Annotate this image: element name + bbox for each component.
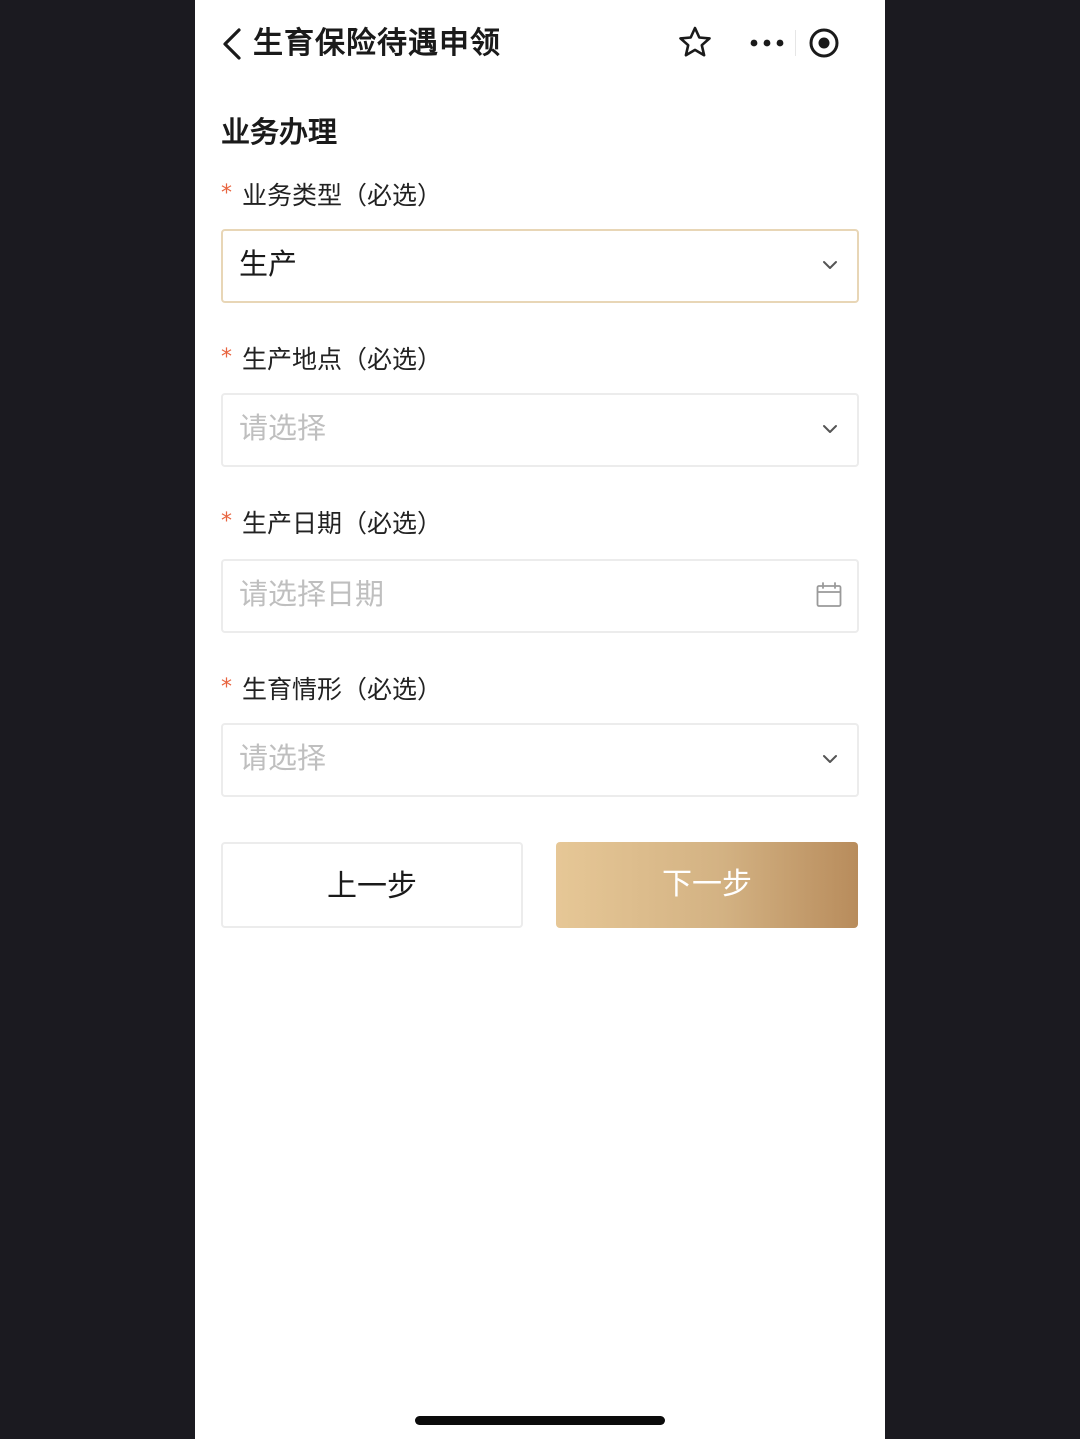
next-step-button[interactable]: 下一步 — [556, 842, 858, 928]
field-label-birth-situation: * 生育情形（必选） — [221, 672, 442, 710]
calendar-icon — [816, 582, 842, 607]
business-type-select[interactable]: 生产 — [221, 229, 859, 303]
birth-date-picker[interactable]: 请选择日期 — [221, 559, 859, 633]
field-label-text: 生育情形（必选） — [242, 675, 443, 704]
mini-program-capsule — [733, 16, 855, 70]
section-title: 业务办理 — [221, 115, 338, 149]
field-label-birth-date: * 生产日期（必选） — [221, 506, 442, 544]
select-value: 生产 — [239, 247, 298, 281]
field-label-text: 业务类型（必选） — [242, 181, 443, 210]
required-mark: * — [221, 345, 232, 370]
birth-situation-select[interactable]: 请选择 — [221, 723, 859, 797]
chevron-down-icon — [823, 755, 837, 763]
select-placeholder: 请选择日期 — [239, 577, 385, 611]
home-indicator[interactable] — [415, 1416, 665, 1425]
required-mark: * — [221, 675, 232, 700]
prev-step-button[interactable]: 上一步 — [221, 842, 523, 928]
star-icon[interactable] — [677, 24, 713, 62]
chevron-down-icon — [823, 261, 837, 269]
back-icon[interactable] — [219, 24, 247, 64]
page-title: 生育保险待遇申领 — [253, 26, 501, 61]
select-placeholder: 请选择 — [239, 741, 327, 775]
field-label-text: 生产日期（必选） — [242, 509, 443, 538]
field-label-text: 生产地点（必选） — [242, 345, 443, 374]
required-mark: * — [221, 509, 232, 534]
select-placeholder: 请选择 — [239, 411, 327, 445]
capsule-divider — [795, 30, 796, 56]
target-icon[interactable] — [807, 26, 841, 60]
required-mark: * — [221, 181, 232, 206]
field-label-business-type: * 业务类型（必选） — [221, 178, 442, 216]
nav-bar: 生育保险待遇申领 — [195, 0, 885, 90]
field-label-birth-place: * 生产地点（必选） — [221, 342, 442, 380]
chevron-down-icon — [823, 425, 837, 433]
birth-place-select[interactable]: 请选择 — [221, 393, 859, 467]
phone-screen: 生育保险待遇申领 业务办理 * 业务类型（必选） 生产 * 生产地点（必选） 请… — [195, 0, 885, 1439]
more-icon[interactable] — [749, 31, 785, 55]
